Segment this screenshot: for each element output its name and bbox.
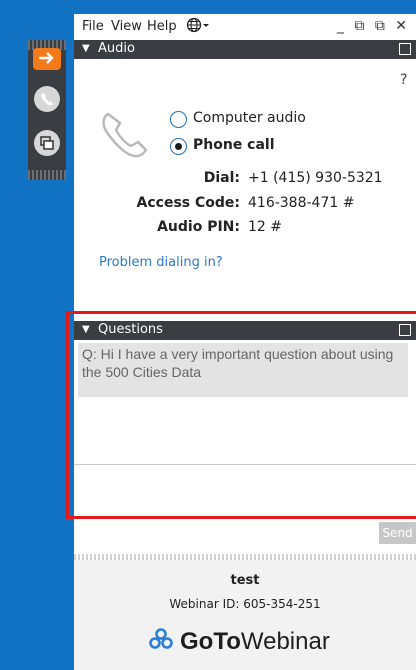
dial-label: Dial: bbox=[203, 170, 240, 186]
phone-call-label[interactable]: Phone call bbox=[193, 137, 275, 153]
menu-file[interactable]: File bbox=[82, 19, 104, 34]
phone-icon bbox=[34, 86, 60, 112]
computer-audio-radio[interactable] bbox=[170, 111, 187, 128]
screen-share-icon bbox=[34, 130, 60, 156]
webinar-title: test bbox=[230, 573, 260, 588]
menu-view[interactable]: View bbox=[111, 19, 142, 34]
screen-share-button[interactable] bbox=[33, 130, 61, 156]
brand-go-text: GoTo bbox=[180, 628, 241, 655]
audio-help-icon[interactable]: ? bbox=[400, 72, 407, 88]
access-code-label: Access Code: bbox=[136, 195, 240, 211]
audio-section-title: Audio bbox=[98, 41, 135, 56]
brand-webinar-text: Webinar bbox=[240, 628, 330, 655]
audio-pin-value: 12 # bbox=[248, 219, 282, 235]
popout-icon[interactable] bbox=[399, 43, 411, 55]
phone-handset-icon bbox=[100, 110, 152, 164]
send-button[interactable]: Send bbox=[379, 522, 416, 544]
collapse-arrow-icon[interactable]: ▼ bbox=[82, 43, 90, 54]
language-menu[interactable] bbox=[186, 17, 210, 37]
arrow-right-icon bbox=[38, 50, 56, 69]
globe-icon bbox=[186, 17, 210, 37]
access-code-value: 416-388-471 # bbox=[248, 195, 355, 211]
audio-pin-label: Audio PIN: bbox=[157, 219, 240, 235]
computer-audio-label[interactable]: Computer audio bbox=[193, 110, 306, 126]
sidebar-grip-bottom[interactable] bbox=[28, 170, 66, 180]
show-hide-panel-button[interactable] bbox=[33, 48, 61, 70]
dial-value: +1 (415) 930-5321 bbox=[248, 170, 383, 186]
phone-call-radio[interactable] bbox=[170, 138, 187, 155]
gotowebinar-logo: GoTo Webinar bbox=[148, 627, 330, 657]
webinar-id: Webinar ID: 605-354-251 bbox=[169, 597, 321, 611]
highlight-frame bbox=[66, 311, 416, 519]
menu-bar: File View Help _ ⧉ ⧉ ✕ bbox=[74, 14, 416, 40]
audio-section-header[interactable]: ▼ Audio bbox=[74, 40, 416, 59]
window-controls[interactable]: _ ⧉ ⧉ ✕ bbox=[337, 18, 410, 34]
menu-help[interactable]: Help bbox=[147, 19, 177, 34]
problem-dialing-link[interactable]: Problem dialing in? bbox=[99, 255, 223, 270]
audio-button[interactable] bbox=[33, 86, 61, 112]
gotowebinar-logo-icon bbox=[148, 627, 174, 657]
